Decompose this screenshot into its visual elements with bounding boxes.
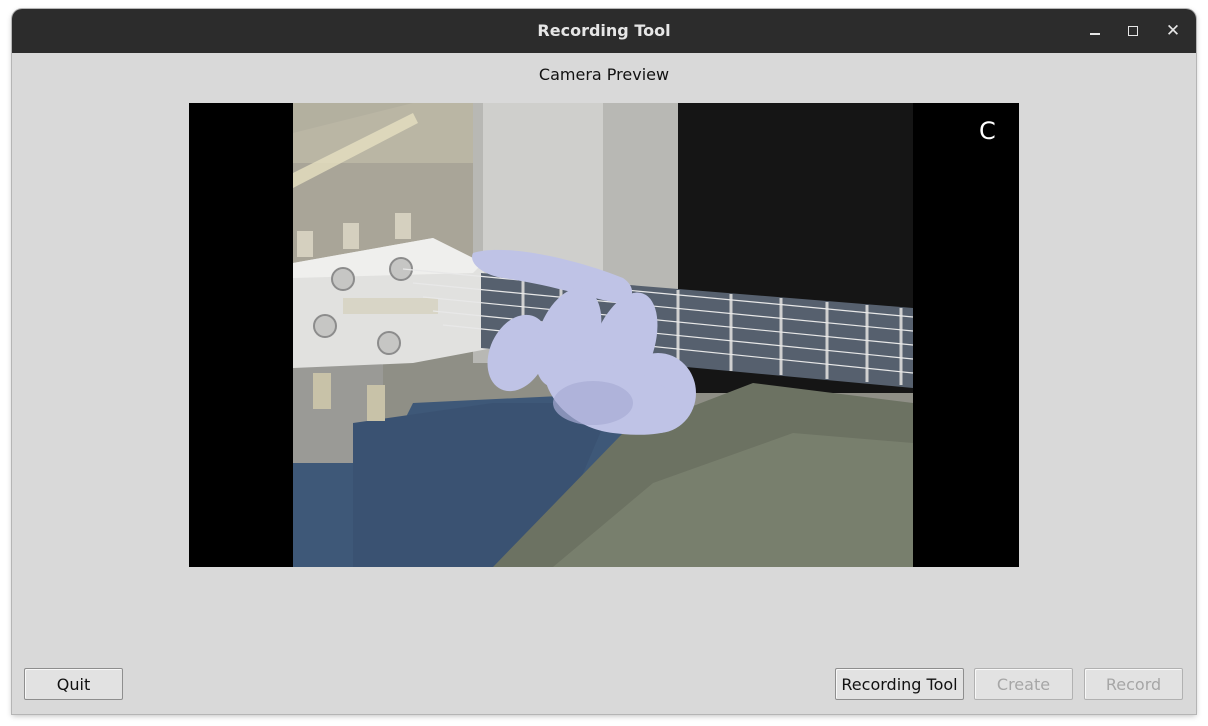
title-bar[interactable]: Recording Tool ✕ [12, 9, 1196, 53]
chord-label: C [979, 117, 996, 145]
camera-frame-image [189, 103, 1019, 567]
quit-button[interactable]: Quit [24, 668, 123, 700]
minimize-icon[interactable] [1086, 22, 1104, 40]
video-frame [293, 103, 914, 567]
camera-preview-label: Camera Preview [538, 65, 670, 84]
maximize-icon[interactable] [1124, 22, 1142, 40]
close-icon[interactable]: ✕ [1164, 22, 1182, 40]
create-button[interactable]: Create [974, 668, 1073, 700]
app-window: Recording Tool ✕ Camera Preview C Quit R… [12, 9, 1196, 714]
window-title: Recording Tool [537, 21, 671, 40]
record-button[interactable]: Record [1084, 668, 1183, 700]
camera-preview: C [189, 103, 1019, 567]
recording-tool-button[interactable]: Recording Tool [835, 668, 964, 700]
